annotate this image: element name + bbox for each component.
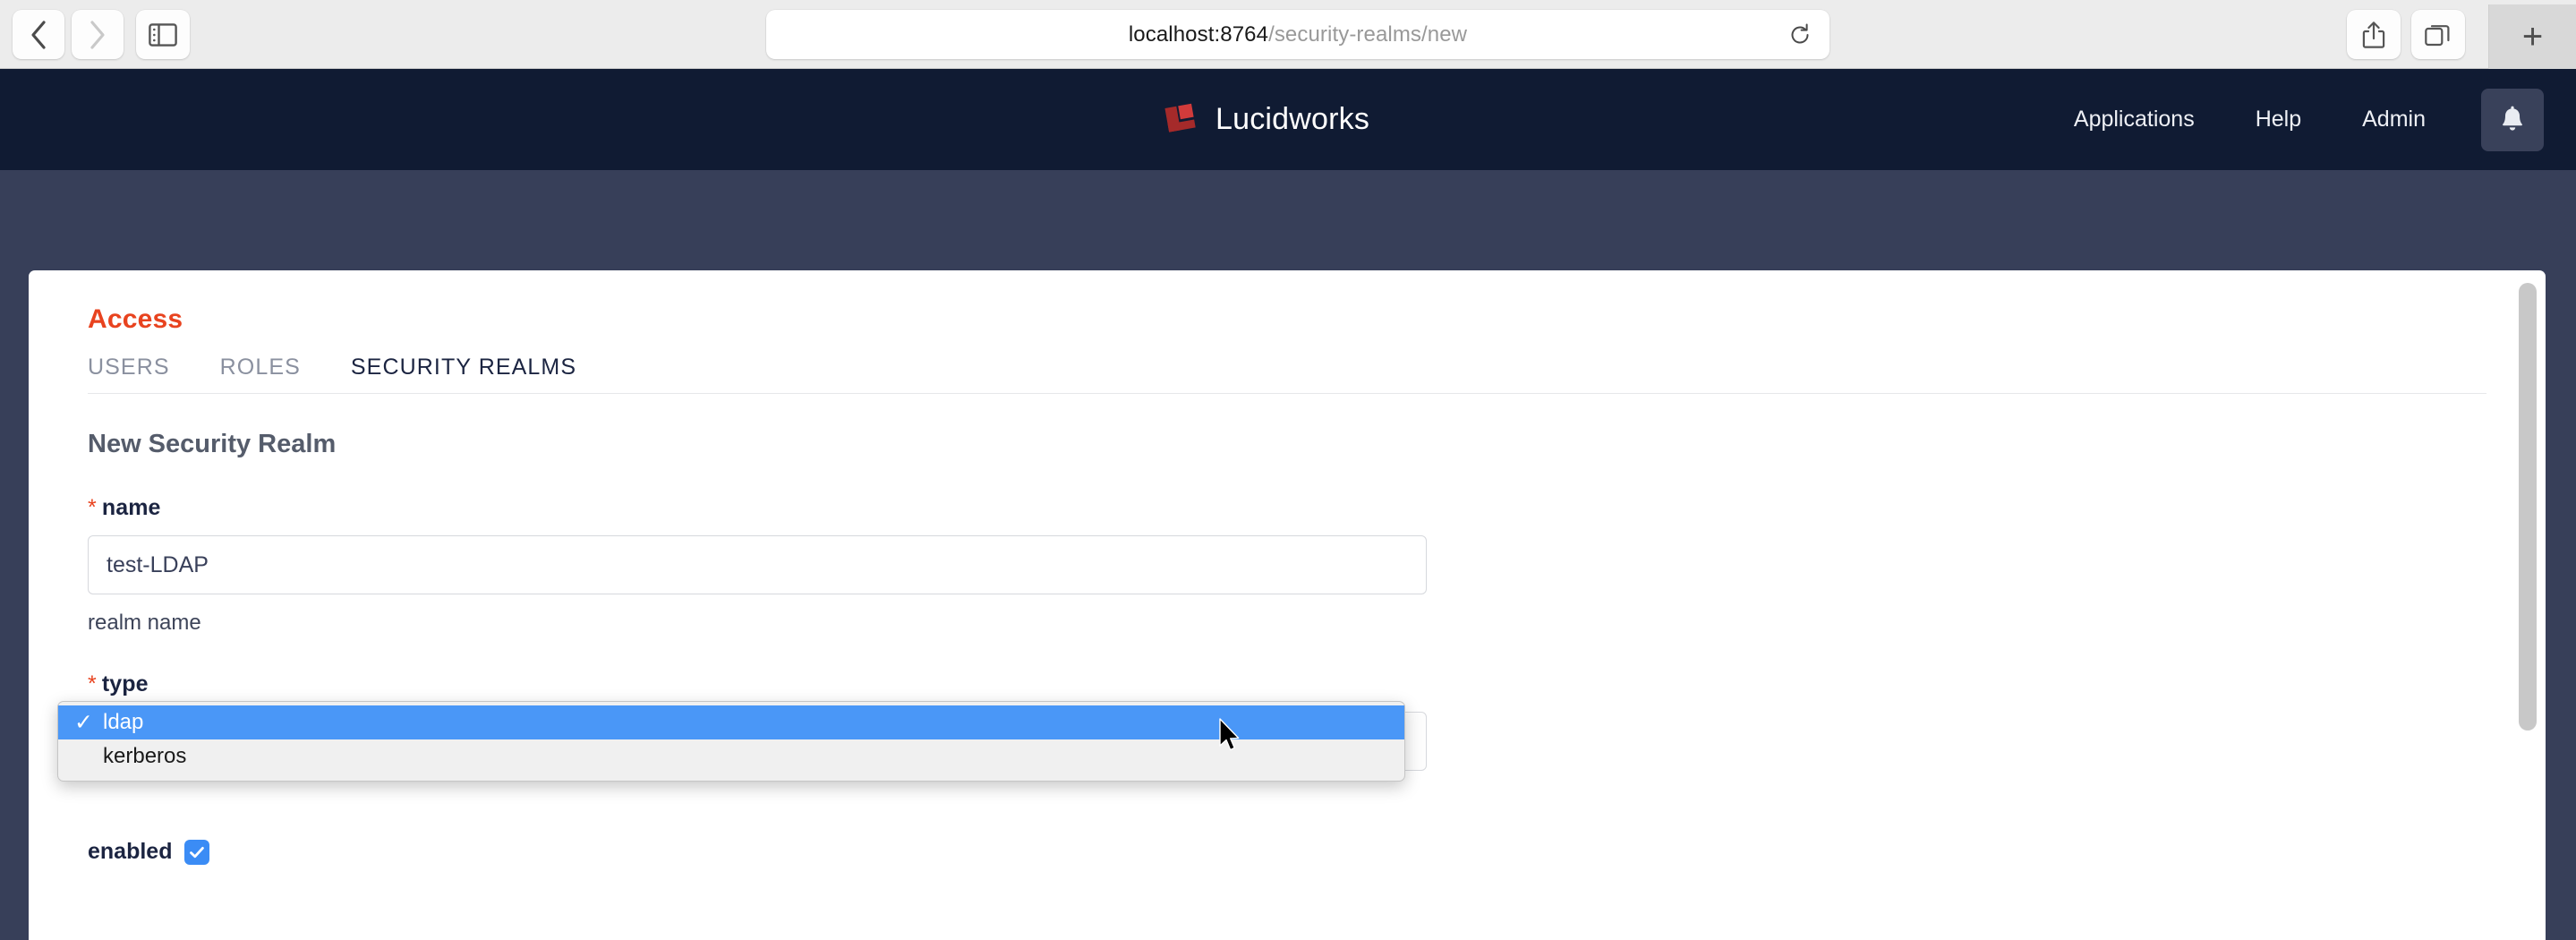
label-enabled: enabled <box>88 839 173 864</box>
tabs-icon <box>2425 24 2450 46</box>
chevron-right-icon <box>90 20 105 49</box>
app-header: Lucidworks Applications Help Admin <box>0 69 2576 170</box>
name-input[interactable] <box>88 535 1427 594</box>
label-type: * type <box>88 671 2486 697</box>
tab-bar: USERS ROLES SECURITY REALMS <box>88 355 2486 394</box>
label-name-text: name <box>101 495 161 520</box>
back-button[interactable] <box>13 10 64 59</box>
field-type: * type ✓ ldap kerberos <box>57 671 2486 782</box>
tab-overview-button[interactable] <box>2411 10 2465 59</box>
option-kerberos[interactable]: kerberos <box>58 739 1404 773</box>
label-type-text: type <box>101 671 149 696</box>
checkmark-icon <box>190 846 205 858</box>
notifications-button[interactable] <box>2481 88 2544 151</box>
page-title: Access <box>88 304 183 334</box>
label-name: * name <box>88 495 2486 521</box>
panel-scrollbar[interactable] <box>2517 278 2540 940</box>
url-host: localhost:8764 <box>1128 21 1269 47</box>
type-select-dropdown[interactable]: ✓ ldap kerberos <box>57 701 1405 782</box>
lucidworks-logo-icon <box>1164 102 1199 138</box>
share-button[interactable] <box>2347 10 2401 59</box>
brand[interactable]: Lucidworks <box>1164 102 1369 138</box>
content-panel: Access USERS ROLES SECURITY REALMS New S… <box>29 270 2546 940</box>
field-enabled: enabled <box>88 839 2486 865</box>
field-name: *name realm name <box>88 495 2486 636</box>
plus-icon: + <box>2521 17 2544 56</box>
check-icon: ✓ <box>74 710 93 735</box>
option-ldap-label: ldap <box>103 710 144 734</box>
reload-icon[interactable] <box>1788 23 1812 47</box>
form-title: New Security Realm <box>88 430 337 458</box>
url-text: localhost:8764/security-realms/new <box>1129 22 1467 47</box>
url-path: /security-realms/new <box>1268 21 1468 47</box>
tab-security-realms[interactable]: SECURITY REALMS <box>351 355 576 380</box>
option-ldap[interactable]: ✓ ldap <box>58 705 1404 739</box>
helper-name: realm name <box>88 611 201 635</box>
enabled-checkbox[interactable] <box>184 839 210 865</box>
app-nav: Applications Help Admin <box>2043 69 2576 170</box>
nav-help[interactable]: Help <box>2225 107 2332 132</box>
address-bar[interactable]: localhost:8764/security-realms/new <box>766 10 1830 59</box>
chevron-left-icon <box>31 20 46 49</box>
type-select-wrap: ✓ ldap kerberos <box>57 701 2486 782</box>
sidebar-icon <box>149 22 177 47</box>
nav-applications[interactable]: Applications <box>2043 107 2225 132</box>
nav-admin[interactable]: Admin <box>2332 107 2456 132</box>
share-icon <box>2362 21 2385 48</box>
required-marker-type: * <box>88 671 97 696</box>
option-kerberos-label: kerberos <box>103 744 187 768</box>
bell-icon <box>2503 106 2522 131</box>
sidebar-toggle-button[interactable] <box>136 10 190 59</box>
required-marker: * <box>88 495 97 520</box>
tab-roles[interactable]: ROLES <box>220 355 301 380</box>
brand-name: Lucidworks <box>1215 102 1370 136</box>
new-tab-button[interactable]: + <box>2488 4 2576 69</box>
scrollbar-thumb[interactable] <box>2519 283 2537 731</box>
tab-users[interactable]: USERS <box>88 355 170 380</box>
browser-toolbar: localhost:8764/security-realms/new + <box>0 0 2576 69</box>
forward-button[interactable] <box>72 10 124 59</box>
